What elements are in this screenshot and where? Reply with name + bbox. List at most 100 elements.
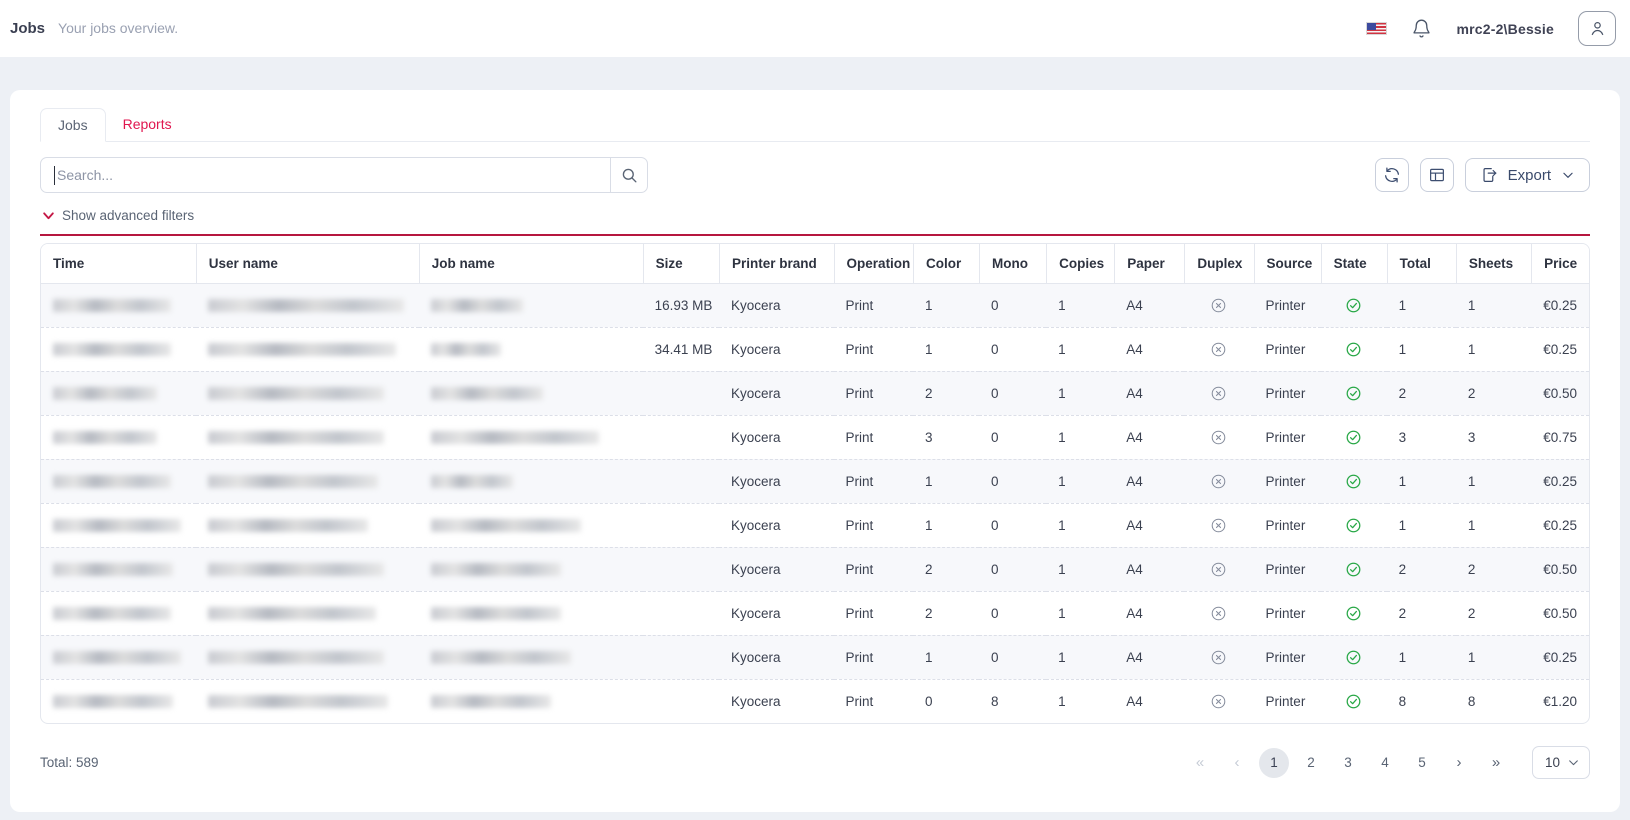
column-header-job-name[interactable]: Job name [419,244,643,284]
search-input[interactable] [41,158,610,192]
export-icon [1480,166,1498,184]
redacted-user-name [208,563,384,576]
cell-sheets: 3 [1456,415,1531,459]
cell-operation: Print [834,459,913,503]
table-row[interactable]: KyoceraPrint301A4Printer33€0.75 [41,415,1589,459]
column-header-copies[interactable]: Copies [1046,244,1114,284]
page-number-3[interactable]: 3 [1333,748,1363,778]
column-header-source[interactable]: Source [1254,244,1321,284]
cell-state [1321,635,1387,679]
table-row[interactable]: KyoceraPrint101A4Printer11€0.25 [41,635,1589,679]
page-number-5[interactable]: 5 [1407,748,1437,778]
redacted-job-name [431,475,513,488]
cell-price: €0.75 [1531,415,1589,459]
page-number-2[interactable]: 2 [1296,748,1326,778]
table-row[interactable]: 34.41 MBKyoceraPrint101A4Printer11€0.25 [41,327,1589,371]
cell-price: €0.50 [1531,591,1589,635]
column-header-paper[interactable]: Paper [1114,244,1184,284]
cell-duplex [1184,327,1253,371]
duplex-off-icon [1210,473,1227,490]
next-page-button[interactable]: › [1444,748,1474,778]
redacted-time [53,695,173,708]
column-header-state[interactable]: State [1321,244,1387,284]
column-header-printer-brand[interactable]: Printer brand [719,244,834,284]
table-row[interactable]: KyoceraPrint101A4Printer11€0.25 [41,503,1589,547]
column-header-color[interactable]: Color [913,244,979,284]
cell-paper: A4 [1114,371,1184,415]
column-header-total[interactable]: Total [1387,244,1456,284]
table-row[interactable]: KyoceraPrint101A4Printer11€0.25 [41,459,1589,503]
chevron-down-icon [1567,756,1580,769]
cell-size [643,415,719,459]
cell-job-name [419,415,643,459]
cell-copies: 1 [1046,459,1114,503]
cell-state [1321,327,1387,371]
cell-copies: 1 [1046,591,1114,635]
cell-user-name [196,503,419,547]
column-header-user-name[interactable]: User name [196,244,419,284]
cell-sheets: 2 [1456,547,1531,591]
cell-operation: Print [834,547,913,591]
search-button[interactable] [610,158,647,192]
table-row[interactable]: KyoceraPrint081A4Printer88€1.20 [41,679,1589,723]
redacted-job-name [431,563,561,576]
state-success-icon [1345,341,1362,358]
cell-paper: A4 [1114,679,1184,723]
column-settings-button[interactable] [1420,158,1454,192]
page-size-select[interactable]: 10 [1532,746,1590,779]
cell-mono: 0 [979,547,1046,591]
cell-size [643,503,719,547]
last-page-button[interactable]: » [1481,748,1511,778]
duplex-off-icon [1210,605,1227,622]
cell-operation: Print [834,635,913,679]
table-row[interactable]: KyoceraPrint201A4Printer22€0.50 [41,371,1589,415]
toolbar: Export [40,157,1590,193]
tab-jobs[interactable]: Jobs [40,108,106,142]
language-flag-icon[interactable] [1366,22,1387,35]
jobs-table-wrap: TimeUser nameJob nameSizePrinter brandOp… [40,243,1590,724]
first-page-button[interactable]: « [1185,748,1215,778]
column-header-size[interactable]: Size [643,244,719,284]
page-number-4[interactable]: 4 [1370,748,1400,778]
column-header-mono[interactable]: Mono [979,244,1046,284]
column-header-operation[interactable]: Operation [834,244,913,284]
cell-job-name [419,547,643,591]
notifications-bell-icon[interactable] [1411,18,1432,39]
cell-color: 3 [913,415,979,459]
redacted-time [53,563,173,576]
cell-price: €0.25 [1531,459,1589,503]
prev-page-button[interactable]: ‹ [1222,748,1252,778]
top-bar: Jobs Your jobs overview. mrc2-2\Bessie [0,0,1630,57]
cell-price: €0.25 [1531,327,1589,371]
user-menu-button[interactable] [1578,11,1616,46]
cell-total: 1 [1387,459,1456,503]
tab-reports[interactable]: Reports [106,108,189,141]
column-header-duplex[interactable]: Duplex [1184,244,1253,284]
tab-jobs-label: Jobs [58,117,88,133]
cell-copies: 1 [1046,635,1114,679]
cell-sheets: 2 [1456,591,1531,635]
cell-operation: Print [834,371,913,415]
pagination: « ‹ 12345 › » 10 [1185,746,1590,779]
cell-sheets: 2 [1456,371,1531,415]
refresh-button[interactable] [1375,158,1409,192]
cell-user-name [196,284,419,327]
cell-total: 3 [1387,415,1456,459]
table-row[interactable]: KyoceraPrint201A4Printer22€0.50 [41,547,1589,591]
cell-duplex [1184,284,1253,327]
table-row[interactable]: 16.93 MBKyoceraPrint101A4Printer11€0.25 [41,284,1589,327]
cell-color: 1 [913,284,979,327]
export-button[interactable]: Export [1465,158,1590,192]
cell-source: Printer [1254,327,1321,371]
page-number-1[interactable]: 1 [1259,748,1289,778]
cell-sheets: 1 [1456,327,1531,371]
refresh-icon [1383,166,1401,184]
column-header-price[interactable]: Price [1531,244,1589,284]
cell-job-name [419,591,643,635]
column-header-time[interactable]: Time [41,244,196,284]
column-header-sheets[interactable]: Sheets [1456,244,1531,284]
cell-color: 1 [913,327,979,371]
table-row[interactable]: KyoceraPrint201A4Printer22€0.50 [41,591,1589,635]
redacted-job-name [431,431,599,444]
advanced-filters-toggle[interactable]: Show advanced filters [42,208,1590,223]
